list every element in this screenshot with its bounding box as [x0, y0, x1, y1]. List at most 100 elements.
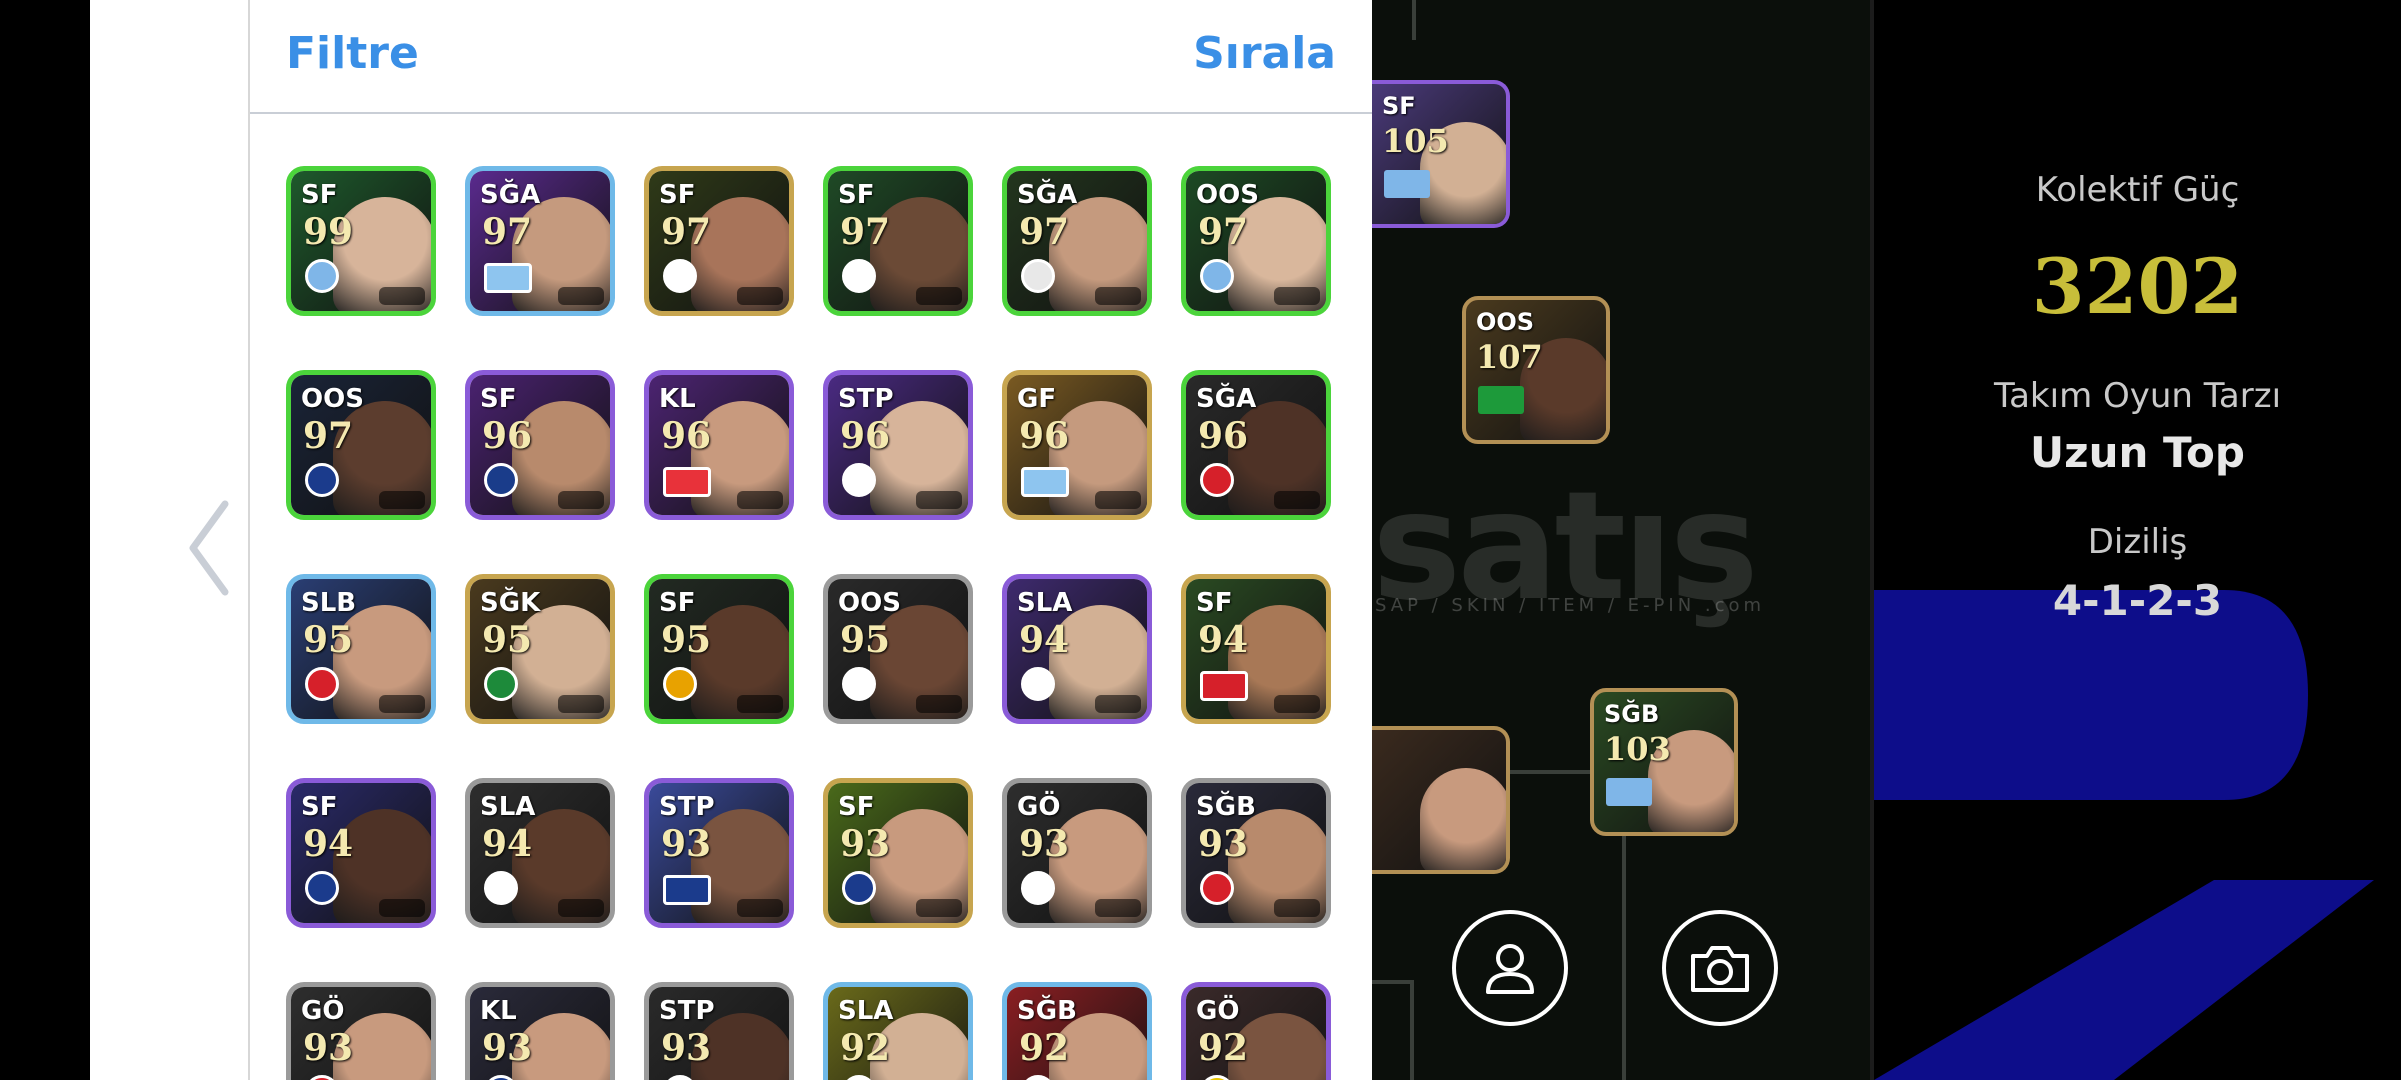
card-type-badge [1274, 695, 1320, 713]
player-card[interactable]: GÖ 93 [1002, 778, 1152, 928]
club-crest-icon [1021, 871, 1055, 905]
card-type-badge [916, 287, 962, 305]
nation-flag-icon [1478, 386, 1524, 414]
player-position: SF [1196, 588, 1233, 618]
player-card[interactable]: SĞA 97 [465, 166, 615, 316]
player-position: SLB [301, 588, 357, 618]
player-portrait [1420, 768, 1506, 870]
player-card[interactable]: SF 99 [286, 166, 436, 316]
club-crest-icon [1021, 259, 1055, 293]
pitch-player-card[interactable] [1372, 726, 1510, 874]
player-position: SĞA [480, 180, 541, 210]
player-position: KL [480, 996, 517, 1026]
player-card[interactable]: SF 95 [644, 574, 794, 724]
player-card[interactable]: OOS 95 [823, 574, 973, 724]
card-type-badge [379, 899, 425, 917]
player-card[interactable]: STP 96 [823, 370, 973, 520]
player-card[interactable]: SF 96 [465, 370, 615, 520]
player-position: SĞB [1196, 792, 1256, 822]
player-position: SĞB [1604, 700, 1660, 728]
pitch-player-card[interactable]: OOS 107 [1462, 296, 1610, 444]
player-card[interactable]: STP 93 [644, 982, 794, 1080]
player-card[interactable]: SF 94 [286, 778, 436, 928]
club-crest-icon [1200, 259, 1234, 293]
card-type-badge [737, 695, 783, 713]
player-card[interactable]: STP 93 [644, 778, 794, 928]
player-rating: 97 [482, 211, 533, 253]
pitch-player-card[interactable]: SĞB 103 [1590, 688, 1738, 836]
player-card[interactable]: SĞA 97 [1002, 166, 1152, 316]
player-position: SF [301, 180, 338, 210]
card-type-badge [558, 491, 604, 509]
card-type-badge [558, 899, 604, 917]
player-card-grid: SF 99 SĞA 97 SF 97 SF 97 SĞA 97 OOS 97 OOS 97 SF 96 KL 96… [250, 0, 1372, 1080]
player-card[interactable]: SĞB 93 [1181, 778, 1331, 928]
club-crest-icon [484, 871, 518, 905]
player-card[interactable]: KL 93 [465, 982, 615, 1080]
player-card[interactable]: SF 97 [644, 166, 794, 316]
player-position: SLA [480, 792, 536, 822]
nation-flag-icon [1606, 778, 1652, 806]
player-rating: 99 [303, 211, 354, 253]
player-list-panel: Filtre Sırala SF 99 SĞA 97 SF 97 SF 97 SĞA 97 OOS 9… [250, 0, 1372, 1080]
player-rating: 92 [1019, 1027, 1070, 1069]
player-position: SF [659, 180, 696, 210]
back-chevron-icon[interactable] [186, 500, 232, 596]
player-card[interactable]: KL 96 [644, 370, 794, 520]
player-position: SĞA [1196, 384, 1257, 414]
player-rating: 93 [661, 1027, 712, 1069]
player-card[interactable]: SLA 92 [823, 982, 973, 1080]
player-card[interactable]: SLB 95 [286, 574, 436, 724]
card-type-badge [916, 491, 962, 509]
nation-flag-icon [484, 263, 532, 293]
player-rating: 97 [661, 211, 712, 253]
player-card[interactable]: GF 96 [1002, 370, 1152, 520]
club-crest-icon [842, 871, 876, 905]
player-rating: 93 [840, 823, 891, 865]
player-card[interactable]: OOS 97 [1181, 166, 1331, 316]
profile-button[interactable] [1452, 910, 1568, 1026]
player-card[interactable]: SLA 94 [465, 778, 615, 928]
player-rating: 97 [303, 415, 354, 457]
player-card[interactable]: SĞB 92 [1002, 982, 1152, 1080]
player-position: GÖ [301, 996, 345, 1026]
player-rating: 92 [1198, 1027, 1249, 1069]
player-rating: 97 [840, 211, 891, 253]
nation-flag-icon [1200, 671, 1248, 701]
player-card[interactable]: SF 94 [1181, 574, 1331, 724]
player-card[interactable]: GÖ 93 [286, 982, 436, 1080]
player-card[interactable]: SĞA 96 [1181, 370, 1331, 520]
player-card[interactable]: OOS 97 [286, 370, 436, 520]
club-crest-icon [305, 871, 339, 905]
pitch-player-card[interactable]: SF 105 [1372, 80, 1510, 228]
team-strength-label: Kolektif Güç [2035, 170, 2240, 210]
camera-button[interactable] [1662, 910, 1778, 1026]
player-rating: 107 [1476, 338, 1543, 376]
player-rating: 96 [661, 415, 712, 457]
formation-label: Diziliş [2087, 522, 2188, 562]
player-position: GF [1017, 384, 1057, 414]
club-crest-icon [305, 259, 339, 293]
player-card[interactable]: GÖ 92 [1181, 982, 1331, 1080]
player-card[interactable]: SF 93 [823, 778, 973, 928]
player-rating: 93 [1198, 823, 1249, 865]
player-position: GÖ [1017, 792, 1061, 822]
card-type-badge [916, 695, 962, 713]
player-position: SF [838, 792, 875, 822]
team-strength-value: 3202 [2031, 242, 2244, 331]
player-position: SĞK [480, 588, 541, 618]
player-rating: 94 [1019, 619, 1070, 661]
club-crest-icon [1021, 667, 1055, 701]
club-crest-icon [663, 259, 697, 293]
camera-icon [1691, 946, 1749, 992]
nation-flag-icon [1021, 467, 1069, 497]
player-card[interactable]: SĞK 95 [465, 574, 615, 724]
player-position: OOS [838, 588, 901, 618]
player-position: OOS [301, 384, 364, 414]
player-card[interactable]: SLA 94 [1002, 574, 1152, 724]
club-crest-icon [1200, 463, 1234, 497]
player-rating: 93 [1019, 823, 1070, 865]
player-card[interactable]: SF 97 [823, 166, 973, 316]
playstyle-value: Uzun Top [2030, 428, 2245, 477]
person-icon [1486, 944, 1534, 994]
